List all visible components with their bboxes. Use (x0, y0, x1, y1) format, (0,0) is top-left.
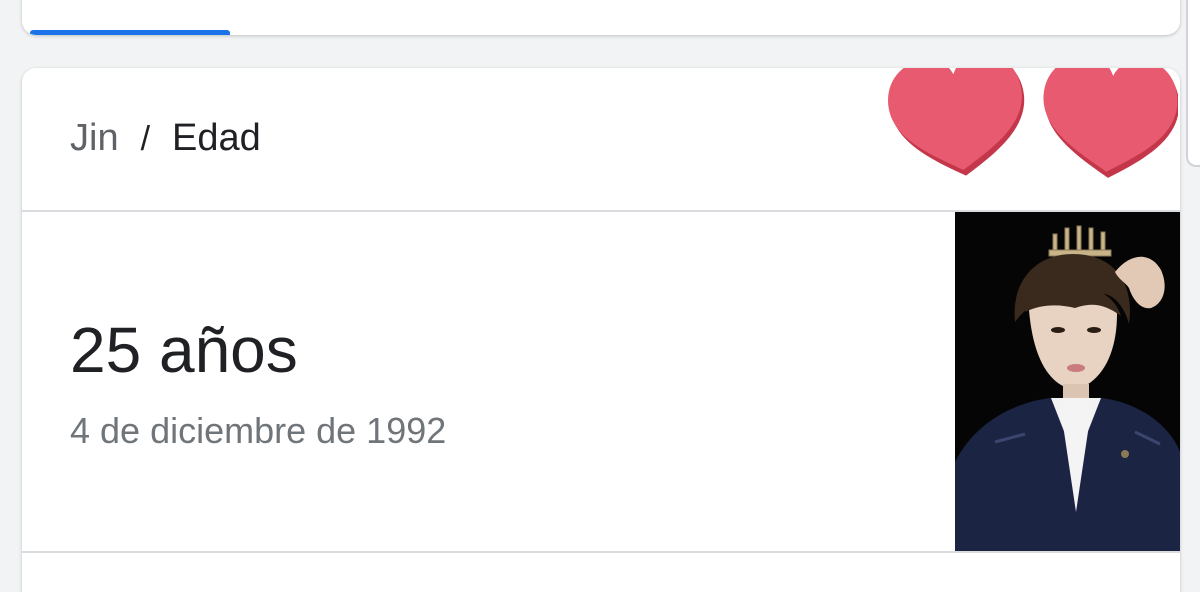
breadcrumb-attribute: Edad (172, 117, 261, 159)
search-results-page: Jin / Edad 25 años 4 de diciembre de 199… (0, 0, 1200, 592)
heart-icon (1043, 68, 1179, 178)
entity-thumbnail[interactable] (955, 212, 1180, 551)
active-tab-indicator (30, 30, 230, 35)
previous-result-card[interactable] (22, 0, 1180, 35)
knowledge-panel-card: Jin / Edad 25 años 4 de diciembre de 199… (22, 68, 1180, 592)
breadcrumb-separator: / (140, 120, 151, 158)
breadcrumb-entity[interactable]: Jin (70, 116, 119, 160)
scrollbar[interactable] (1186, 0, 1200, 167)
section-divider (22, 551, 1180, 553)
hearts-decoration (882, 68, 1179, 184)
answer-detail: 4 de diciembre de 1992 (70, 410, 447, 451)
breadcrumb: Jin / Edad (70, 116, 261, 161)
answer-value: 25 años (70, 314, 298, 386)
heart-icon (888, 68, 1025, 176)
